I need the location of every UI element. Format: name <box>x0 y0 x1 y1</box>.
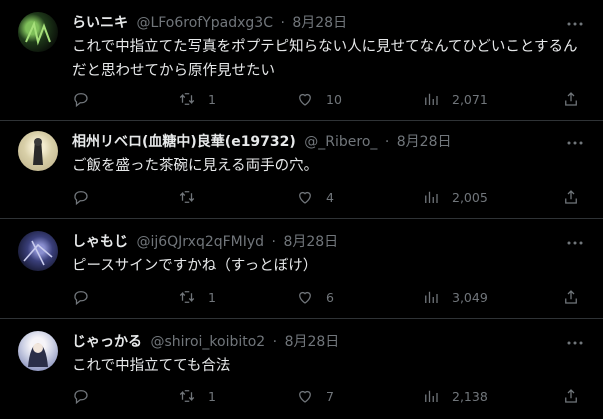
share-button[interactable] <box>562 386 580 406</box>
handle[interactable]: @ij6QJrxq2qFMIyd <box>136 234 264 250</box>
retweet-icon <box>179 191 195 203</box>
reply-icon <box>74 291 88 306</box>
views-icon <box>425 291 438 303</box>
timestamp[interactable]: 8月28日 <box>292 15 347 31</box>
share-icon <box>565 389 577 403</box>
timestamp[interactable]: 8月28日 <box>397 134 452 150</box>
avatar[interactable] <box>18 131 58 171</box>
timestamp[interactable]: 8月28日 <box>285 334 340 350</box>
tweet-4[interactable]: じゃっかる @shiroi_koibito2 · 8月28日 これで中指立てても… <box>0 319 603 419</box>
separator: · <box>384 134 390 150</box>
like-button[interactable]: 4 <box>296 187 334 207</box>
reply-button[interactable] <box>72 187 102 207</box>
action-bar: 1 6 3,049 <box>72 287 592 307</box>
action-bar: 1 7 2,138 <box>72 386 592 406</box>
views-button[interactable]: 2,138 <box>422 386 488 406</box>
views-count: 2,005 <box>452 189 488 205</box>
like-icon <box>299 291 311 304</box>
display-name[interactable]: しゃもじ <box>72 234 128 250</box>
retweet-icon <box>179 291 195 303</box>
views-icon <box>425 93 438 105</box>
tweet-header: 相州リベロ(血糖中)良華(e19732) @_Ribero_ · 8月28日 <box>72 133 451 151</box>
share-button[interactable] <box>562 187 580 207</box>
more-icon[interactable] <box>565 15 585 33</box>
share-icon <box>565 290 577 304</box>
tweet-header: しゃもじ @ij6QJrxq2qFMIyd · 8月28日 <box>72 233 338 251</box>
views-icon <box>425 191 438 203</box>
reply-icon <box>74 93 88 108</box>
tweet-2[interactable]: 相州リベロ(血糖中)良華(e19732) @_Ribero_ · 8月28日 ご… <box>0 121 603 219</box>
views-count: 2,138 <box>452 388 488 404</box>
separator: · <box>280 15 285 31</box>
reply-button[interactable] <box>72 89 102 109</box>
like-count: 7 <box>326 388 334 404</box>
like-count: 4 <box>326 189 334 205</box>
like-button[interactable]: 7 <box>296 386 334 406</box>
like-button[interactable]: 6 <box>296 287 334 307</box>
retweet-button[interactable]: 1 <box>178 287 216 307</box>
reply-button[interactable] <box>72 386 102 406</box>
reply-icon <box>74 390 88 405</box>
like-icon <box>299 93 311 106</box>
display-name[interactable]: じゃっかる <box>72 334 142 350</box>
retweet-count: 1 <box>208 388 216 404</box>
like-button[interactable]: 10 <box>296 89 342 109</box>
handle[interactable]: @LFo6rofYpadxg3C <box>136 15 273 31</box>
like-icon <box>299 191 311 204</box>
action-bar: 4 2,005 <box>72 187 592 207</box>
retweet-count: 1 <box>208 289 216 305</box>
tweet-header: らいニキ @LFo6rofYpadxg3C · 8月28日 <box>72 14 347 32</box>
more-icon[interactable] <box>565 234 585 252</box>
views-button[interactable]: 2,005 <box>422 187 488 207</box>
retweet-icon <box>179 93 195 105</box>
retweet-button[interactable] <box>178 187 208 207</box>
more-icon[interactable] <box>565 134 585 152</box>
share-icon <box>565 92 577 106</box>
handle[interactable]: @_Ribero_ <box>304 134 377 150</box>
more-icon[interactable] <box>565 334 585 352</box>
separator: · <box>272 334 278 350</box>
display-name[interactable]: 相州リベロ(血糖中)良華(e19732) <box>72 134 296 150</box>
views-button[interactable]: 3,049 <box>422 287 488 307</box>
reply-button[interactable] <box>72 287 102 307</box>
action-bar: 1 10 2,071 <box>72 89 592 109</box>
tweet-text: ご飯を盛った茶碗に見える両手の穴。 <box>72 158 319 174</box>
timestamp[interactable]: 8月28日 <box>283 234 338 250</box>
reply-icon <box>74 191 88 206</box>
retweet-button[interactable]: 1 <box>178 89 216 109</box>
tweet-text: ピースサインですかね（すっとぼけ） <box>72 258 318 274</box>
views-count: 2,071 <box>452 91 488 107</box>
display-name[interactable]: らいニキ <box>72 15 128 31</box>
share-button[interactable] <box>562 89 580 109</box>
views-count: 3,049 <box>452 289 488 305</box>
like-icon <box>299 390 311 403</box>
separator: · <box>271 234 276 250</box>
retweet-count: 1 <box>208 91 216 107</box>
like-count: 10 <box>326 91 342 107</box>
tweet-text: これで中指立てた写真をポプテピ知らない人に見せてなんてひどいことするんだと思わせ… <box>72 39 578 79</box>
tweet-3[interactable]: しゃもじ @ij6QJrxq2qFMIyd · 8月28日 ピースサインですかね… <box>0 219 603 319</box>
avatar[interactable] <box>18 231 58 271</box>
tweet-text: これで中指立てても合法 <box>72 358 231 374</box>
share-icon <box>565 190 577 204</box>
tweet-1[interactable]: らいニキ @LFo6rofYpadxg3C · 8月28日 これで中指立てた写真… <box>0 0 603 121</box>
retweet-icon <box>179 390 195 402</box>
avatar[interactable] <box>18 331 58 371</box>
retweet-button[interactable]: 1 <box>178 386 216 406</box>
share-button[interactable] <box>562 287 580 307</box>
avatar[interactable] <box>18 12 58 52</box>
views-button[interactable]: 2,071 <box>422 89 488 109</box>
like-count: 6 <box>326 289 334 305</box>
tweet-header: じゃっかる @shiroi_koibito2 · 8月28日 <box>72 333 339 351</box>
handle[interactable]: @shiroi_koibito2 <box>150 334 265 350</box>
views-icon <box>425 390 438 402</box>
